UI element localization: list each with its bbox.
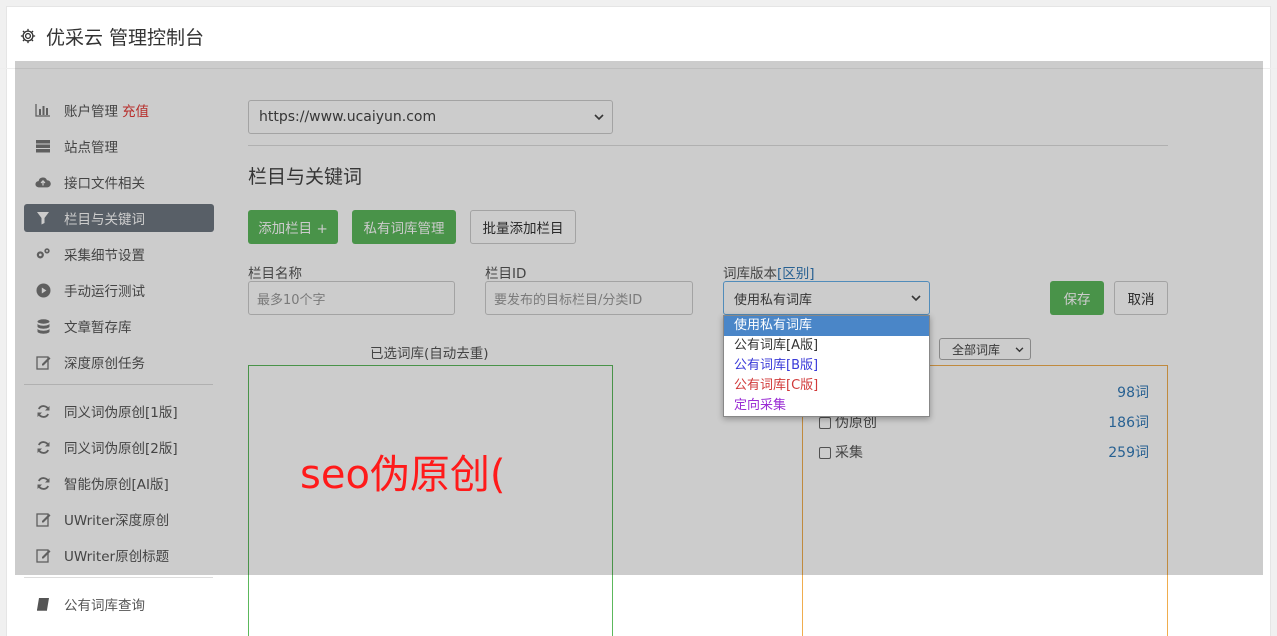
dropdown-option-public-c[interactable]: 公有词库[C版] [724,376,929,396]
lib-version-dropdown: 使用私有词库 公有词库[A版] 公有词库[B版] 公有词库[C版] 定向采集 [723,315,930,417]
gear-icon [18,26,38,46]
modal-overlay[interactable] [15,61,1263,575]
dropdown-option-public-b[interactable]: 公有词库[B版] [724,356,929,376]
overlay-caption: seo伪原创( [300,452,506,498]
dropdown-option-private[interactable]: 使用私有词库 [724,316,929,336]
sidebar-item-label: 公有词库查询 [64,598,145,614]
app-header: 优采云 管理控制台 [18,22,204,50]
sidebar-divider [24,577,213,578]
dropdown-option-directed[interactable]: 定向采集 [724,396,929,416]
book-icon [35,596,51,612]
dropdown-option-public-a[interactable]: 公有词库[A版] [724,336,929,356]
app-title: 优采云 管理控制台 [46,26,205,49]
sidebar-item-public-lib-query[interactable]: 公有词库查询 [24,590,214,618]
